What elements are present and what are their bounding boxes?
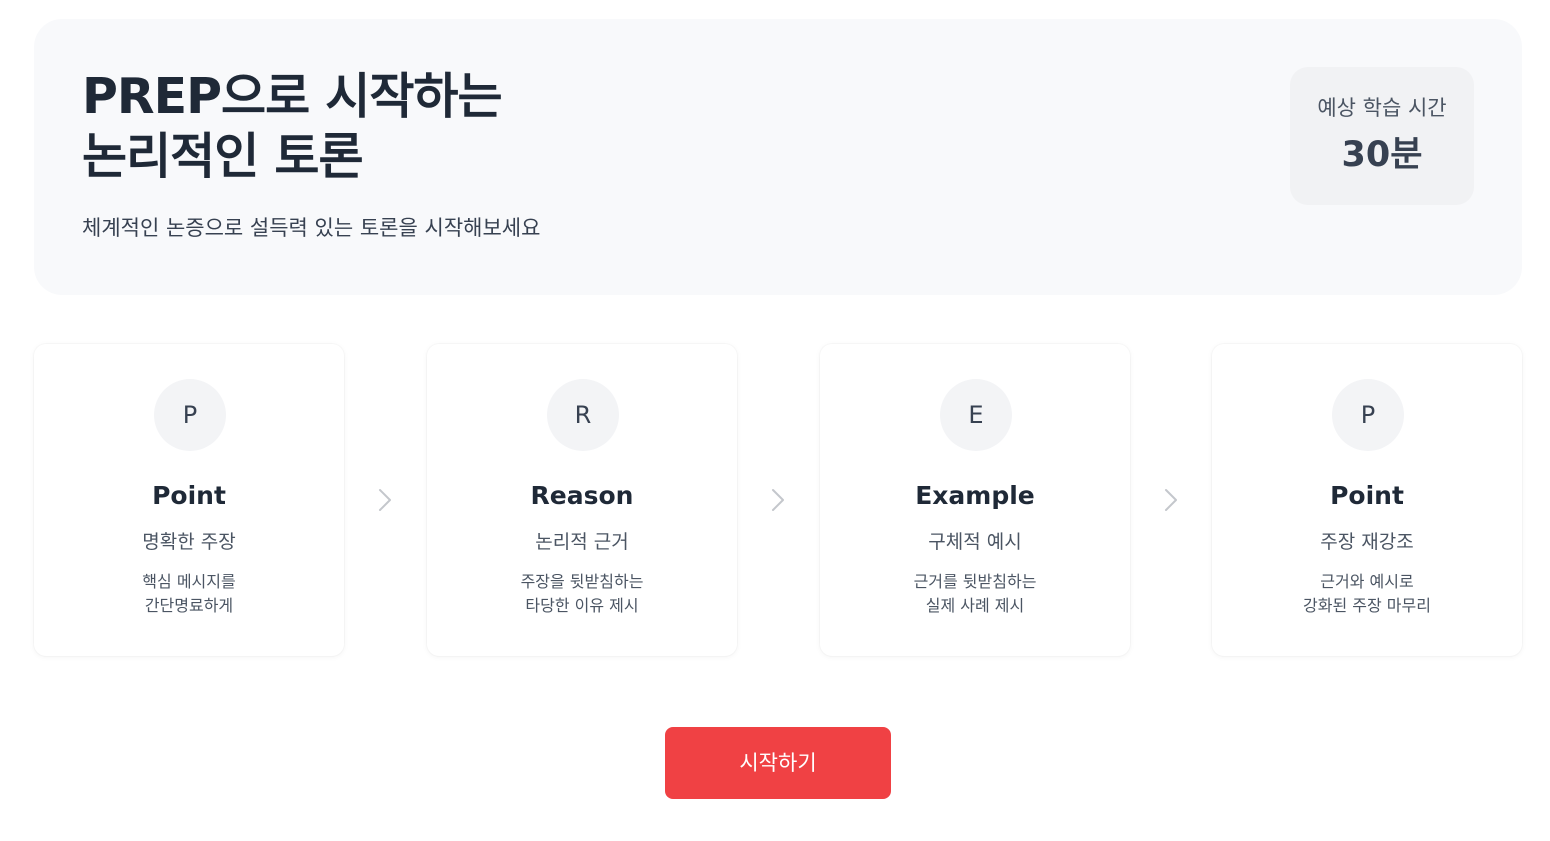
step-description: 근거와 예시로 강화된 주장 마무리 (1212, 570, 1522, 618)
step-card-point-1: P Point 명확한 주장 핵심 메시지를 간단명료하게 (34, 344, 344, 656)
step-name: Point (152, 481, 226, 510)
step-summary: 명확한 주장 (142, 531, 236, 553)
step-description-line-2: 강화된 주장 마무리 (1303, 596, 1431, 615)
step-description-line-2: 타당한 이유 제시 (525, 596, 639, 615)
step-description: 핵심 메시지를 간단명료하게 (34, 570, 344, 618)
step-badge: E (940, 379, 1012, 451)
step-description-line-1: 주장을 뒷받침하는 (520, 572, 644, 591)
step-summary: 구체적 예시 (928, 531, 1022, 553)
estimated-time-box: 예상 학습 시간 30분 (1290, 67, 1474, 205)
step-name: Point (1330, 481, 1404, 510)
page-subtitle: 체계적인 논증으로 설득력 있는 토론을 시작해보세요 (82, 216, 541, 240)
step-name: Reason (530, 481, 634, 510)
step-summary: 주장 재강조 (1320, 531, 1414, 553)
page-title-line-2: 논리적인 토론 (82, 128, 364, 185)
step-card-point-2: P Point 주장 재강조 근거와 예시로 강화된 주장 마무리 (1212, 344, 1522, 656)
step-description-line-2: 실제 사례 제시 (925, 596, 1025, 615)
page-title: PREP으로 시작하는 논리적인 토론 (82, 67, 503, 187)
chevron-right-icon (772, 489, 784, 511)
step-badge: P (1332, 379, 1404, 451)
prep-steps: P Point 명확한 주장 핵심 메시지를 간단명료하게 R Reason 논… (34, 344, 1522, 656)
estimated-time-label: 예상 학습 시간 (1317, 96, 1447, 120)
estimated-time-value: 30분 (1341, 135, 1423, 175)
chevron-right-icon (1165, 489, 1177, 511)
hero-banner: PREP으로 시작하는 논리적인 토론 체계적인 논증으로 설득력 있는 토론을… (34, 19, 1522, 295)
chevron-right-icon (379, 489, 391, 511)
step-description: 근거를 뒷받침하는 실제 사례 제시 (820, 570, 1130, 618)
step-description-line-1: 핵심 메시지를 (142, 572, 236, 591)
page: PREP으로 시작하는 논리적인 토론 체계적인 논증으로 설득력 있는 토론을… (0, 0, 1550, 841)
step-summary: 논리적 근거 (535, 531, 629, 553)
step-card-reason: R Reason 논리적 근거 주장을 뒷받침하는 타당한 이유 제시 (427, 344, 737, 656)
step-badge: R (547, 379, 619, 451)
step-description-line-2: 간단명료하게 (144, 596, 234, 615)
step-name: Example (915, 481, 1035, 510)
step-description: 주장을 뒷받침하는 타당한 이유 제시 (427, 570, 737, 618)
step-badge: P (154, 379, 226, 451)
step-card-example: E Example 구체적 예시 근거를 뒷받침하는 실제 사례 제시 (820, 344, 1130, 656)
page-title-line-1: PREP으로 시작하는 (82, 68, 503, 125)
step-description-line-1: 근거를 뒷받침하는 (913, 572, 1037, 591)
start-button[interactable]: 시작하기 (665, 727, 891, 799)
step-description-line-1: 근거와 예시로 (1320, 572, 1414, 591)
